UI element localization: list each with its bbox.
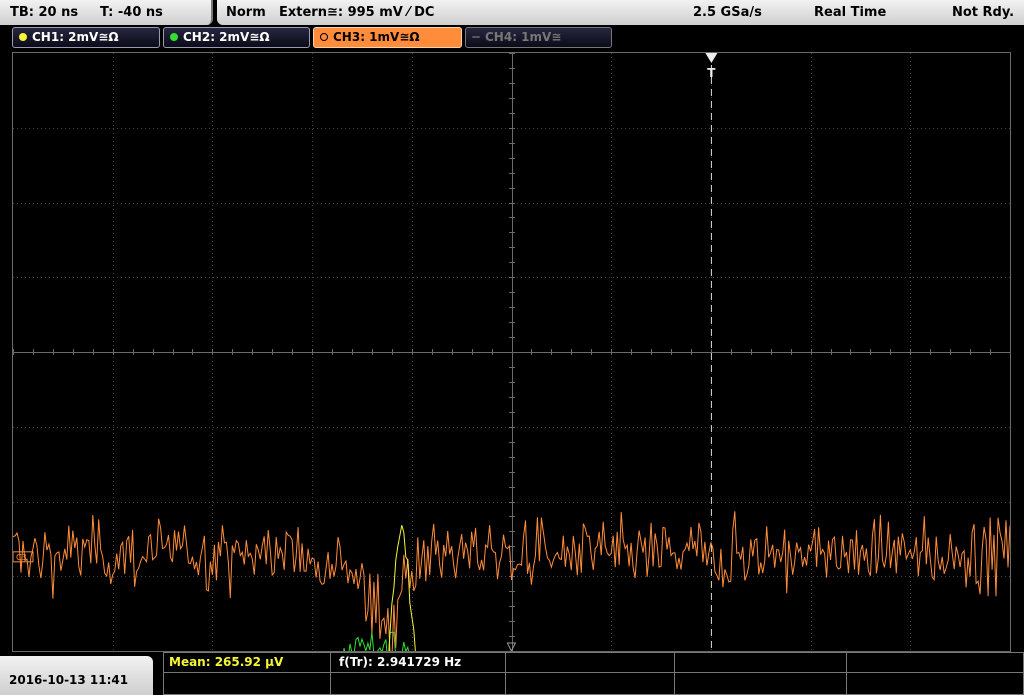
trigger-source[interactable]: Extern≅: 995 mV ⁄ DC [279, 0, 434, 25]
ch3-trace [13, 511, 1010, 651]
mean-measurement[interactable]: Mean: 265.92 µV [169, 655, 283, 669]
trigger-panel[interactable]: Norm Extern≅: 995 mV ⁄ DC 2.5 GSa/s Real… [217, 0, 1024, 25]
timebase-panel[interactable]: TB: 20 ns T: -40 ns [0, 0, 213, 25]
status-bar: TB: 20 ns T: -40 ns Norm Extern≅: 995 mV… [0, 0, 1024, 25]
waveform-display[interactable]: T C3C2C1 [12, 52, 1011, 652]
tab-ch3[interactable]: CH3: 1mV≅Ω [313, 27, 462, 48]
ch3-label: CH3: 1mV≅Ω [333, 30, 420, 44]
timebase-value[interactable]: TB: 20 ns [10, 0, 78, 25]
trigger-label: T [707, 66, 716, 80]
trigger-frequency-measurement[interactable]: f(Tr): 2.941729 Hz [339, 655, 461, 669]
acquisition-mode[interactable]: Real Time [814, 0, 886, 25]
center-marker-icon [506, 642, 517, 651]
ch2-trace [343, 631, 410, 651]
trigger-arrow-icon [705, 53, 718, 63]
tab-ch4[interactable]: CH4: 1mV≅ [465, 27, 612, 48]
date-time: 2016-10-13 11:41 [9, 673, 129, 687]
ch4-dash-icon [472, 36, 480, 38]
graticule [13, 53, 1010, 651]
measurement-grid [163, 652, 1024, 695]
ch3-dot-icon [320, 33, 328, 41]
trigger-mode[interactable]: Norm [226, 0, 266, 25]
ch2-label: CH2: 2mV≅Ω [183, 30, 270, 44]
ch2-dot-icon [170, 33, 178, 41]
sample-rate[interactable]: 2.5 GSa/s [693, 0, 762, 25]
acquisition-state: Not Rdy. [952, 5, 1015, 20]
date-time-panel: 2016-10-13 11:41 [0, 656, 153, 695]
waveform-svg: T C3C2C1 [13, 53, 1010, 651]
measurement-panel[interactable]: Mean: 265.92 µV f(Tr): 2.941729 Hz [163, 652, 1024, 695]
ch3-marker-label: C3 [16, 553, 27, 562]
ch1-label: CH1: 2mV≅Ω [32, 30, 119, 44]
traces [13, 511, 1010, 651]
trigger-time-value[interactable]: T: -40 ns [100, 0, 163, 25]
tab-ch2[interactable]: CH2: 2mV≅Ω [163, 27, 310, 48]
ch4-label: CH4: 1mV≅ [485, 30, 562, 44]
ch1-dot-icon [19, 33, 27, 41]
tab-ch1[interactable]: CH1: 2mV≅Ω [12, 27, 160, 48]
